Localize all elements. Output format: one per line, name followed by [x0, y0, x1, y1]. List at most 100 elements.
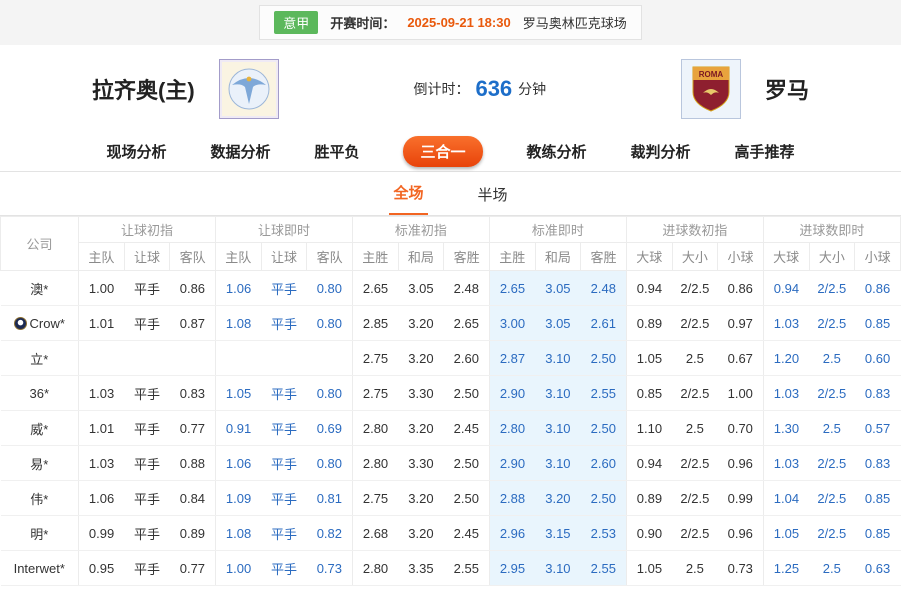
odds-cell[interactable]: 0.88 — [170, 446, 216, 481]
odds-cell[interactable]: 平手 — [261, 481, 307, 516]
odds-cell[interactable]: 3.20 — [398, 306, 444, 341]
odds-cell[interactable]: 平手 — [261, 271, 307, 306]
odds-cell[interactable]: 平手 — [261, 516, 307, 551]
odds-cell[interactable]: 0.57 — [855, 411, 901, 446]
odds-cell[interactable]: 0.85 — [855, 516, 901, 551]
odds-cell[interactable]: 3.30 — [398, 376, 444, 411]
odds-cell[interactable]: 平手 — [261, 551, 307, 586]
odds-cell[interactable]: 2.65 — [352, 271, 398, 306]
odds-cell[interactable]: 0.80 — [307, 376, 353, 411]
odds-cell[interactable]: 2.48 — [444, 271, 490, 306]
odds-cell[interactable]: 0.80 — [307, 271, 353, 306]
odds-cell[interactable]: 3.05 — [398, 271, 444, 306]
odds-cell[interactable]: 3.00 — [489, 306, 535, 341]
odds-cell[interactable]: 0.86 — [855, 271, 901, 306]
odds-cell[interactable]: 2.5 — [809, 411, 855, 446]
odds-cell[interactable]: 2.80 — [352, 411, 398, 446]
odds-cell[interactable]: 2.88 — [489, 481, 535, 516]
odds-cell[interactable]: 0.70 — [718, 411, 764, 446]
odds-cell[interactable]: 1.01 — [79, 306, 125, 341]
odds-cell[interactable] — [124, 341, 170, 376]
odds-cell[interactable]: 1.00 — [718, 376, 764, 411]
subtab-half-match[interactable]: 半场 — [474, 174, 512, 215]
company-cell[interactable]: 明* — [1, 516, 79, 551]
odds-cell[interactable]: 0.99 — [79, 516, 125, 551]
odds-cell[interactable]: 2/2.5 — [672, 446, 718, 481]
odds-cell[interactable]: 1.08 — [215, 516, 261, 551]
odds-cell[interactable]: 1.09 — [215, 481, 261, 516]
odds-cell[interactable]: 2/2.5 — [672, 516, 718, 551]
odds-cell[interactable]: 1.06 — [79, 481, 125, 516]
odds-cell[interactable]: 2.50 — [581, 411, 627, 446]
tab-coach-analysis[interactable]: 教练分析 — [527, 141, 587, 162]
odds-cell[interactable]: 2.5 — [672, 341, 718, 376]
odds-cell[interactable]: 2.60 — [581, 446, 627, 481]
odds-cell[interactable]: 0.82 — [307, 516, 353, 551]
odds-cell[interactable]: 1.05 — [215, 376, 261, 411]
company-cell[interactable]: 伟* — [1, 481, 79, 516]
odds-cell[interactable]: 2.5 — [672, 411, 718, 446]
odds-cell[interactable]: 2.5 — [672, 551, 718, 586]
odds-cell[interactable]: 2/2.5 — [809, 481, 855, 516]
odds-cell[interactable]: 2.75 — [352, 341, 398, 376]
odds-cell[interactable]: 2/2.5 — [809, 376, 855, 411]
company-cell[interactable]: 威* — [1, 411, 79, 446]
odds-cell[interactable]: 2/2.5 — [672, 271, 718, 306]
odds-cell[interactable]: 平手 — [124, 446, 170, 481]
odds-cell[interactable]: 1.04 — [763, 481, 809, 516]
odds-cell[interactable]: 0.60 — [855, 341, 901, 376]
odds-cell[interactable]: 2/2.5 — [809, 516, 855, 551]
odds-cell[interactable]: 平手 — [261, 376, 307, 411]
odds-cell[interactable]: 2.5 — [809, 551, 855, 586]
odds-cell[interactable]: 3.10 — [535, 551, 581, 586]
odds-cell[interactable]: 1.10 — [626, 411, 672, 446]
odds-cell[interactable]: 3.20 — [398, 516, 444, 551]
odds-cell[interactable]: 2.53 — [581, 516, 627, 551]
odds-cell[interactable]: 2.80 — [489, 411, 535, 446]
odds-cell[interactable]: 2.80 — [352, 446, 398, 481]
odds-cell[interactable]: 2.50 — [444, 446, 490, 481]
odds-cell[interactable]: 3.10 — [535, 411, 581, 446]
odds-cell[interactable]: 0.77 — [170, 411, 216, 446]
tab-live-analysis[interactable]: 现场分析 — [106, 141, 166, 162]
odds-cell[interactable]: 1.20 — [763, 341, 809, 376]
odds-cell[interactable]: 平手 — [124, 551, 170, 586]
odds-cell[interactable]: 2.90 — [489, 446, 535, 481]
tab-referee-analysis[interactable]: 裁判分析 — [631, 141, 691, 162]
odds-cell[interactable]: 2.5 — [809, 341, 855, 376]
odds-cell[interactable]: 1.05 — [763, 516, 809, 551]
odds-cell[interactable]: 平手 — [124, 516, 170, 551]
odds-cell[interactable]: 0.83 — [855, 376, 901, 411]
company-cell[interactable]: 36* — [1, 376, 79, 411]
odds-cell[interactable]: 1.03 — [79, 446, 125, 481]
odds-cell[interactable]: 2.65 — [489, 271, 535, 306]
odds-cell[interactable]: 2.95 — [489, 551, 535, 586]
odds-cell[interactable]: 0.80 — [307, 306, 353, 341]
odds-cell[interactable]: 2/2.5 — [809, 271, 855, 306]
odds-cell[interactable]: 1.05 — [626, 341, 672, 376]
odds-cell[interactable]: 0.99 — [718, 481, 764, 516]
odds-cell[interactable]: 1.03 — [763, 376, 809, 411]
odds-cell[interactable]: 0.85 — [855, 481, 901, 516]
odds-cell[interactable]: 0.84 — [170, 481, 216, 516]
odds-cell[interactable]: 2.80 — [352, 551, 398, 586]
odds-cell[interactable]: 0.86 — [170, 271, 216, 306]
odds-cell[interactable]: 3.05 — [535, 306, 581, 341]
odds-cell[interactable]: 3.10 — [535, 341, 581, 376]
odds-cell[interactable]: 2.61 — [581, 306, 627, 341]
odds-cell[interactable]: 0.94 — [626, 446, 672, 481]
odds-cell[interactable]: 2/2.5 — [672, 481, 718, 516]
odds-cell[interactable]: 2.75 — [352, 481, 398, 516]
odds-cell[interactable]: 0.77 — [170, 551, 216, 586]
odds-cell[interactable]: 平手 — [124, 376, 170, 411]
odds-cell[interactable]: 1.05 — [626, 551, 672, 586]
company-cell[interactable]: 易* — [1, 446, 79, 481]
odds-cell[interactable]: 3.20 — [398, 341, 444, 376]
odds-cell[interactable]: 1.03 — [763, 446, 809, 481]
odds-cell[interactable]: 3.20 — [535, 481, 581, 516]
odds-cell[interactable]: 2.55 — [444, 551, 490, 586]
odds-cell[interactable]: 3.20 — [398, 481, 444, 516]
odds-cell[interactable]: 1.00 — [215, 551, 261, 586]
odds-cell[interactable]: 平手 — [124, 411, 170, 446]
odds-cell[interactable]: 2.45 — [444, 411, 490, 446]
